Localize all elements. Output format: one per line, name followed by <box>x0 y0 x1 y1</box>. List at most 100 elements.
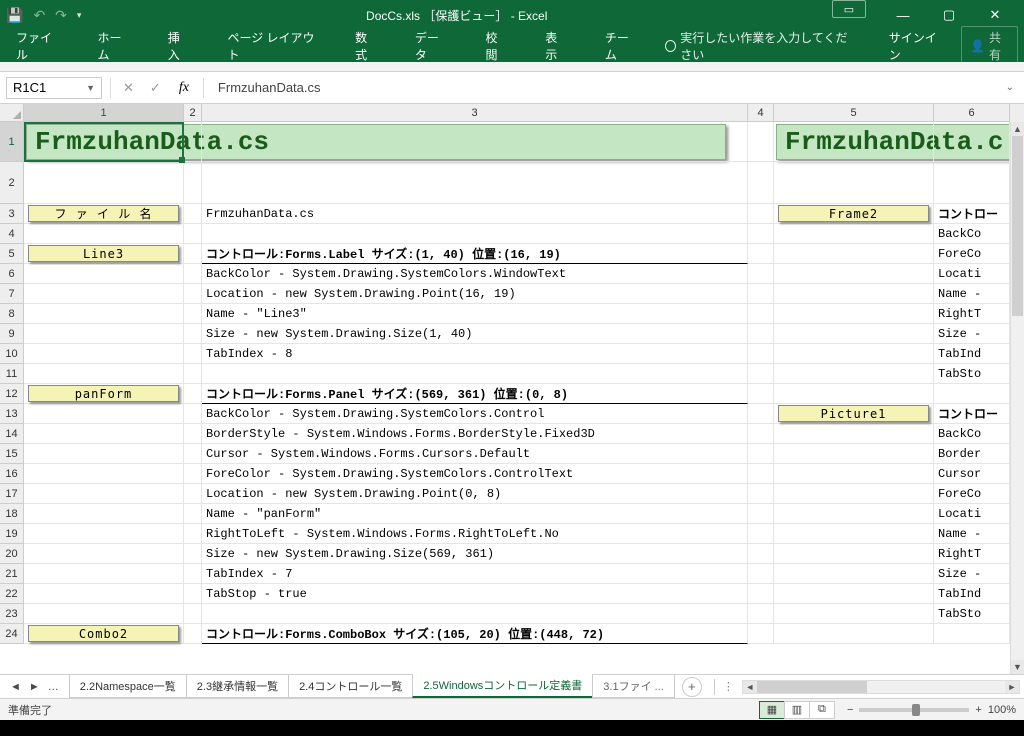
row-header[interactable]: 24 <box>0 624 24 644</box>
share-button[interactable]: 👤 共有 <box>961 26 1018 66</box>
cell[interactable]: BackColor - System.Drawing.SystemColors.… <box>202 264 748 284</box>
row-header[interactable]: 21 <box>0 564 24 584</box>
cell[interactable]: TabSto <box>934 364 1010 384</box>
cell[interactable]: TabStop - true <box>202 584 748 604</box>
cell[interactable]: RightT <box>934 304 1010 324</box>
row-header[interactable]: 6 <box>0 264 24 284</box>
tell-me[interactable]: 実行したい作業を入力してください <box>665 29 853 63</box>
row-header[interactable]: 22 <box>0 584 24 604</box>
cell[interactable]: RightT <box>934 544 1010 564</box>
cell[interactable]: ForeCo <box>934 244 1010 264</box>
row-header[interactable]: 12 <box>0 384 24 404</box>
scroll-down-icon[interactable]: ▼ <box>1011 660 1024 674</box>
vertical-scrollbar[interactable]: ▲ ▼ <box>1010 122 1024 674</box>
cell[interactable]: TabInd <box>934 344 1010 364</box>
cell[interactable]: コントロー <box>934 204 1010 224</box>
row-header[interactable]: 13 <box>0 404 24 424</box>
scroll-thumb[interactable] <box>1012 136 1023 316</box>
cell[interactable]: Size - new System.Drawing.Size(1, 40) <box>202 324 748 344</box>
cell[interactable]: Location - new System.Drawing.Point(16, … <box>202 284 748 304</box>
row-header[interactable]: 23 <box>0 604 24 624</box>
cell[interactable]: Name - <box>934 524 1010 544</box>
cell[interactable]: BackCo <box>934 224 1010 244</box>
save-icon[interactable]: 💾 <box>6 7 23 24</box>
horizontal-scrollbar[interactable]: ◄ ► <box>742 680 1020 694</box>
cell[interactable]: コントロール:Forms.Panel サイズ:(569, 361) 位置:(0,… <box>202 384 748 404</box>
row-header[interactable]: 10 <box>0 344 24 364</box>
sheet-tab-active[interactable]: 2.5Windowsコントロール定義書 <box>412 674 593 698</box>
tab-review[interactable]: 校閲 <box>475 25 517 67</box>
cell[interactable]: BackCo <box>934 424 1010 444</box>
chevron-down-icon[interactable]: ▼ <box>86 83 95 93</box>
cell[interactable]: TabSto <box>934 604 1010 624</box>
cancel-icon[interactable]: ✕ <box>119 80 138 96</box>
redo-icon[interactable]: ↷ <box>55 7 67 24</box>
row-header[interactable]: 7 <box>0 284 24 304</box>
fx-icon[interactable]: fx <box>173 80 195 96</box>
new-sheet-button[interactable]: + <box>682 677 702 697</box>
expand-formula-icon[interactable]: ⌄ <box>1002 82 1018 93</box>
row-header[interactable]: 15 <box>0 444 24 464</box>
sheet-tab[interactable]: 2.3継承情報一覧 <box>186 675 289 698</box>
cell[interactable]: BorderStyle - System.Windows.Forms.Borde… <box>202 424 748 444</box>
tab-view[interactable]: 表示 <box>535 25 577 67</box>
row-header[interactable]: 16 <box>0 464 24 484</box>
row-header[interactable]: 9 <box>0 324 24 344</box>
minimize-button[interactable]: — <box>880 0 926 30</box>
row-header[interactable]: 11 <box>0 364 24 384</box>
cell[interactable]: Name - "Line3" <box>202 304 748 324</box>
tab-team[interactable]: チーム <box>595 25 647 67</box>
row-header[interactable]: 8 <box>0 304 24 324</box>
cell[interactable]: BackColor - System.Drawing.SystemColors.… <box>202 404 748 424</box>
worksheet-grid[interactable]: 1 2 3 4 5 6 1 2 3 4 5 6 7 8 9 10 11 12 1… <box>0 104 1024 674</box>
cell[interactable]: Cursor - System.Windows.Forms.Cursors.De… <box>202 444 748 464</box>
col-header[interactable]: 6 <box>934 104 1010 122</box>
cell[interactable]: Size - new System.Drawing.Size(569, 361) <box>202 544 748 564</box>
row-header[interactable]: 2 <box>0 162 24 204</box>
cell[interactable]: Size - <box>934 564 1010 584</box>
col-header[interactable]: 4 <box>748 104 774 122</box>
row-header[interactable]: 18 <box>0 504 24 524</box>
row-header[interactable]: 1 <box>0 122 24 162</box>
scroll-thumb[interactable] <box>757 681 867 693</box>
tab-formulas[interactable]: 数式 <box>345 25 387 67</box>
tab-home[interactable]: ホーム <box>87 25 139 67</box>
scroll-left-icon[interactable]: ◄ <box>743 681 757 693</box>
ribbon-display-options-icon[interactable]: ▭ <box>832 0 866 18</box>
cell[interactable]: RightToLeft - System.Windows.Forms.Right… <box>202 524 748 544</box>
cell[interactable]: FrmzuhanData.cs <box>202 204 748 224</box>
cell[interactable]: Locati <box>934 264 1010 284</box>
sheet-tab[interactable]: 2.4コントロール一覧 <box>288 675 413 698</box>
cell-area[interactable]: FrmzuhanData.cs FrmzuhanData.c フ ァ イ ル 名… <box>24 122 1024 674</box>
view-pagelayout-icon[interactable]: ▥ <box>784 701 810 719</box>
cell[interactable]: Location - new System.Drawing.Point(0, 8… <box>202 484 748 504</box>
zoom-out-button[interactable]: − <box>847 704 853 716</box>
sheet-nav-last-icon[interactable]: ► <box>27 681 42 693</box>
undo-icon[interactable]: ↶ <box>33 7 45 24</box>
zoom-level[interactable]: 100% <box>988 704 1016 716</box>
cell[interactable]: ForeColor - System.Drawing.SystemColors.… <box>202 464 748 484</box>
cell[interactable]: Name - <box>934 284 1010 304</box>
cell[interactable]: コントロール:Forms.Label サイズ:(1, 40) 位置:(16, 1… <box>202 244 748 264</box>
col-header[interactable]: 2 <box>184 104 202 122</box>
sheet-nav-first-icon[interactable]: ◄ <box>8 681 23 693</box>
cell[interactable]: Border <box>934 444 1010 464</box>
cell[interactable]: コントロー <box>934 404 1010 424</box>
row-header[interactable]: 19 <box>0 524 24 544</box>
formula-input[interactable]: FrmzuhanData.cs <box>212 80 994 95</box>
scroll-up-icon[interactable]: ▲ <box>1011 122 1024 136</box>
view-pagebreak-icon[interactable]: ⧉ <box>809 701 835 719</box>
view-normal-icon[interactable]: ▦ <box>759 701 785 719</box>
scroll-right-icon[interactable]: ► <box>1005 681 1019 693</box>
row-header[interactable]: 3 <box>0 204 24 224</box>
sheet-menu-icon[interactable]: ⋮ <box>719 680 738 693</box>
tab-insert[interactable]: 挿入 <box>158 25 200 67</box>
row-header[interactable]: 14 <box>0 424 24 444</box>
tab-file[interactable]: ファイル <box>6 25 69 67</box>
enter-icon[interactable]: ✓ <box>146 80 165 96</box>
cell[interactable]: Name - "panForm" <box>202 504 748 524</box>
sheet-tab[interactable]: 2.2Namespace一覧 <box>69 675 187 698</box>
row-header[interactable]: 17 <box>0 484 24 504</box>
row-header[interactable]: 5 <box>0 244 24 264</box>
name-box[interactable]: R1C1 ▼ <box>6 77 102 99</box>
